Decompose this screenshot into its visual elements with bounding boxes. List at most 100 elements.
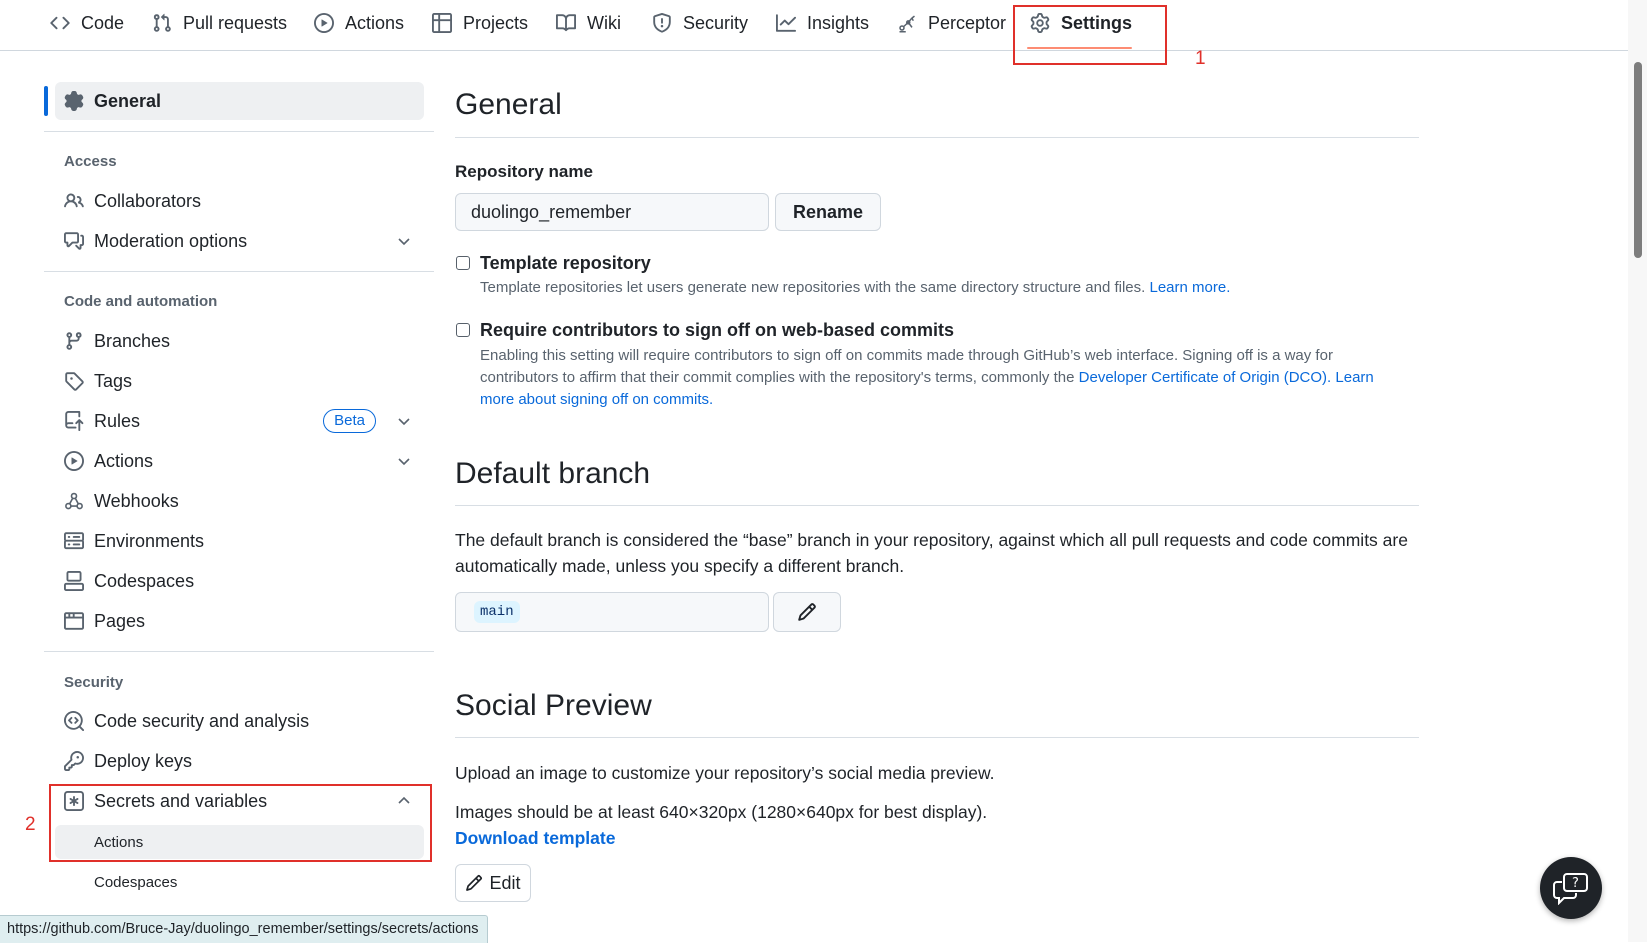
section-divider	[455, 737, 1419, 738]
sidebar-item-code-security[interactable]: Code security and analysis	[55, 702, 424, 740]
dco-link[interactable]: Developer Certificate of Origin (DCO).	[1079, 369, 1332, 386]
shield-icon	[653, 13, 671, 33]
chevron-down-icon[interactable]	[396, 233, 412, 249]
annotation-box-secrets	[49, 784, 432, 862]
social-preview-description: Upload an image to customize your reposi…	[455, 763, 995, 783]
play-circle-icon	[64, 451, 84, 471]
repo-push-icon	[65, 411, 84, 431]
edit-button-label: Edit	[489, 872, 521, 893]
pencil-icon	[798, 603, 816, 621]
sidebar-item-collaborators[interactable]: Collaborators	[55, 182, 424, 220]
tab-perceptor-label: Perceptor	[928, 12, 1007, 33]
sidebar-divider	[44, 271, 434, 272]
repository-name-input[interactable]: duolingo_remember	[455, 193, 769, 231]
tab-code-label: Code	[81, 12, 125, 33]
git-pull-request-icon	[153, 13, 171, 32]
sidebar-item-label: Branches	[94, 330, 171, 351]
template-repository-label[interactable]: Template repository	[480, 253, 651, 274]
edit-social-preview-button[interactable]: Edit	[455, 864, 531, 902]
tab-security[interactable]: Security	[652, 0, 748, 46]
chevron-down-icon[interactable]	[396, 453, 412, 469]
tab-projects-label: Projects	[463, 12, 529, 33]
tab-wiki-label: Wiki	[587, 12, 621, 33]
pencil-icon	[466, 875, 483, 891]
server-icon	[64, 532, 84, 550]
sidebar-item-rules[interactable]: Rules Beta	[55, 402, 424, 440]
sidebar-subitem-secrets-codespaces[interactable]: Codespaces	[55, 865, 424, 899]
sidebar-item-tags[interactable]: Tags	[55, 362, 424, 400]
help-chat-icon: ?	[1553, 873, 1588, 905]
sidebar-heading-access: Access	[64, 153, 117, 170]
template-note-text: Template repositories let users generate…	[480, 279, 1146, 296]
comment-discussion-icon	[64, 232, 84, 250]
sidebar-item-label: Actions	[94, 450, 154, 471]
codespaces-icon	[64, 571, 84, 591]
sidebar-item-label: Webhooks	[94, 490, 179, 511]
tab-insights[interactable]: Insights	[776, 0, 869, 46]
sidebar-item-moderation-options[interactable]: Moderation options	[55, 222, 424, 260]
git-branch-icon	[66, 332, 82, 350]
edit-default-branch-button[interactable]	[773, 592, 841, 632]
key-icon	[64, 751, 84, 771]
section-divider	[455, 137, 1419, 138]
sidebar-subitem-label: Codespaces	[94, 873, 178, 891]
social-preview-title: Social Preview	[455, 689, 652, 722]
sidebar-item-actions[interactable]: Actions	[55, 442, 424, 480]
tab-security-label: Security	[683, 12, 749, 33]
sidebar-item-codespaces[interactable]: Codespaces	[55, 562, 424, 600]
default-branch-description: The default branch is considered the “ba…	[455, 530, 1408, 576]
annotation-number-2: 2	[25, 814, 36, 835]
graph-icon	[776, 14, 796, 32]
sidebar-item-label: Code security and analysis	[94, 710, 310, 731]
sidebar-divider	[44, 131, 434, 132]
default-branch-title: Default branch	[455, 457, 651, 490]
annotation-number-1: 1	[1195, 48, 1206, 69]
webhook-icon	[65, 492, 83, 510]
social-preview-size-note: Images should be at least 640×320px (128…	[455, 802, 988, 822]
svg-text:?: ?	[1572, 876, 1579, 891]
sidebar-item-deploy-keys[interactable]: Deploy keys	[55, 742, 424, 780]
sidebar-item-label: Moderation options	[94, 230, 248, 251]
help-chat-button[interactable]: ?	[1540, 857, 1602, 919]
browser-icon	[64, 612, 84, 630]
learn-more-link[interactable]: Learn more.	[1149, 279, 1230, 296]
link-status-bar: https://github.com/Bruce-Jay/duolingo_re…	[0, 915, 489, 943]
tab-pull-requests[interactable]: Pull requests	[152, 0, 287, 46]
signoff-checkbox[interactable]	[456, 323, 470, 337]
table-icon	[432, 13, 452, 33]
tab-perceptor[interactable]: Perceptor	[897, 0, 1006, 46]
template-repository-note: Template repositories let users generate…	[480, 277, 1400, 299]
book-icon	[556, 14, 576, 32]
beta-badge: Beta	[323, 409, 376, 433]
rename-button[interactable]: Rename	[775, 193, 881, 231]
tab-actions[interactable]: Actions	[314, 0, 404, 46]
sidebar-item-branches[interactable]: Branches	[55, 322, 424, 360]
download-template-link[interactable]: Download template	[455, 825, 615, 851]
page-title: General	[455, 88, 562, 121]
tab-code[interactable]: Code	[50, 0, 124, 46]
chevron-down-icon[interactable]	[396, 413, 412, 429]
sidebar-item-environments[interactable]: Environments	[55, 522, 424, 560]
template-repository-checkbox[interactable]	[456, 256, 470, 270]
sidebar-heading-code-automation: Code and automation	[64, 293, 218, 310]
robot-arm-icon	[899, 15, 915, 33]
sidebar-item-label: Rules	[94, 410, 141, 431]
repo-nav: Code Pull requests Actions Projects Wiki…	[0, 0, 1628, 51]
tab-pull-requests-label: Pull requests	[183, 12, 288, 33]
section-divider	[455, 505, 1419, 506]
tab-projects[interactable]: Projects	[432, 0, 528, 46]
sidebar-selected-indicator	[44, 86, 48, 116]
people-icon	[64, 193, 84, 208]
sidebar-item-label: General	[94, 90, 162, 111]
scrollbar-thumb[interactable]	[1634, 62, 1642, 258]
sidebar-item-pages[interactable]: Pages	[55, 602, 424, 640]
sidebar-item-webhooks[interactable]: Webhooks	[55, 482, 424, 520]
sidebar-item-label: Tags	[94, 370, 133, 391]
sidebar-item-general[interactable]: General	[55, 82, 424, 120]
annotation-box-settings	[1013, 5, 1167, 65]
codescan-icon	[64, 711, 84, 731]
play-circle-icon	[314, 13, 334, 33]
tab-wiki[interactable]: Wiki	[556, 0, 621, 46]
signoff-label[interactable]: Require contributors to sign off on web-…	[480, 320, 954, 341]
tab-insights-label: Insights	[807, 12, 870, 33]
